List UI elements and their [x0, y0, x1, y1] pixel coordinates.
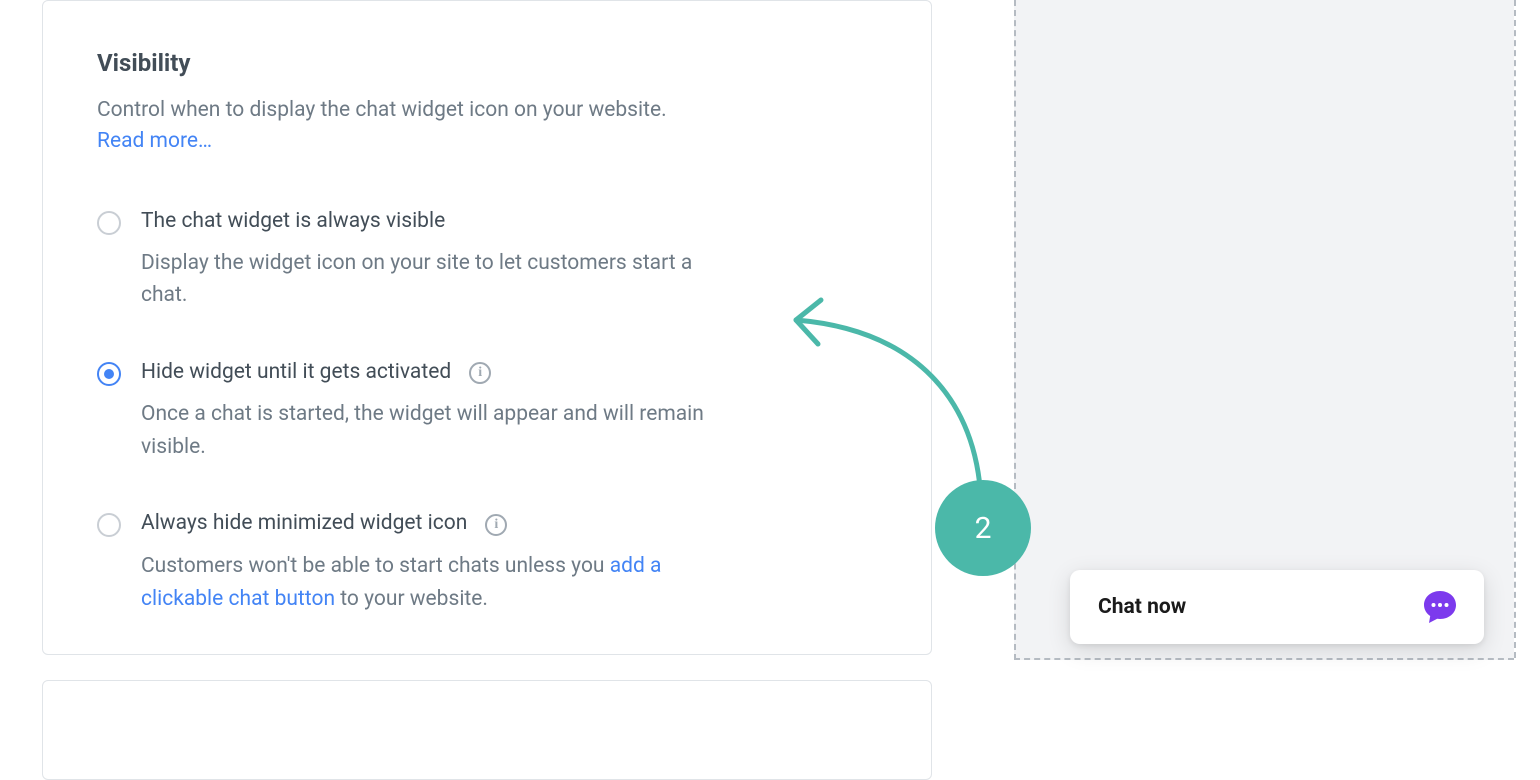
- info-icon[interactable]: i: [485, 514, 507, 536]
- option-description: Customers won't be able to start chats u…: [141, 550, 721, 615]
- option-label: The chat widget is always visible: [141, 209, 445, 233]
- read-more-link[interactable]: Read more…: [97, 129, 212, 153]
- section-description: Control when to display the chat widget …: [97, 95, 877, 127]
- next-settings-card: [42, 680, 932, 780]
- radio-hide-until-activated[interactable]: [97, 362, 121, 386]
- option-label: Hide widget until it gets activated: [141, 360, 451, 384]
- chat-widget-preview[interactable]: Chat now: [1070, 570, 1484, 644]
- option-hide-until-activated[interactable]: Hide widget until it gets activated i On…: [97, 360, 877, 464]
- info-icon[interactable]: i: [469, 362, 491, 384]
- option-description: Once a chat is started, the widget will …: [141, 398, 721, 463]
- visibility-settings-card: Visibility Control when to display the c…: [42, 0, 932, 655]
- step-badge: 2: [935, 480, 1031, 576]
- option-label: Always hide minimized widget icon: [141, 511, 467, 535]
- option-always-hide[interactable]: Always hide minimized widget icon i Cust…: [97, 511, 877, 615]
- option-description: Display the widget icon on your site to …: [141, 247, 721, 312]
- chat-bubble-icon: [1418, 585, 1462, 629]
- radio-always-visible[interactable]: [97, 211, 121, 235]
- radio-always-hide[interactable]: [97, 513, 121, 537]
- widget-preview-panel: Chat now: [1014, 0, 1514, 660]
- section-title: Visibility: [97, 49, 877, 77]
- chat-widget-label: Chat now: [1098, 595, 1186, 619]
- option-always-visible[interactable]: The chat widget is always visible Displa…: [97, 209, 877, 312]
- visibility-options: The chat widget is always visible Displa…: [97, 209, 877, 616]
- step-number: 2: [975, 511, 992, 546]
